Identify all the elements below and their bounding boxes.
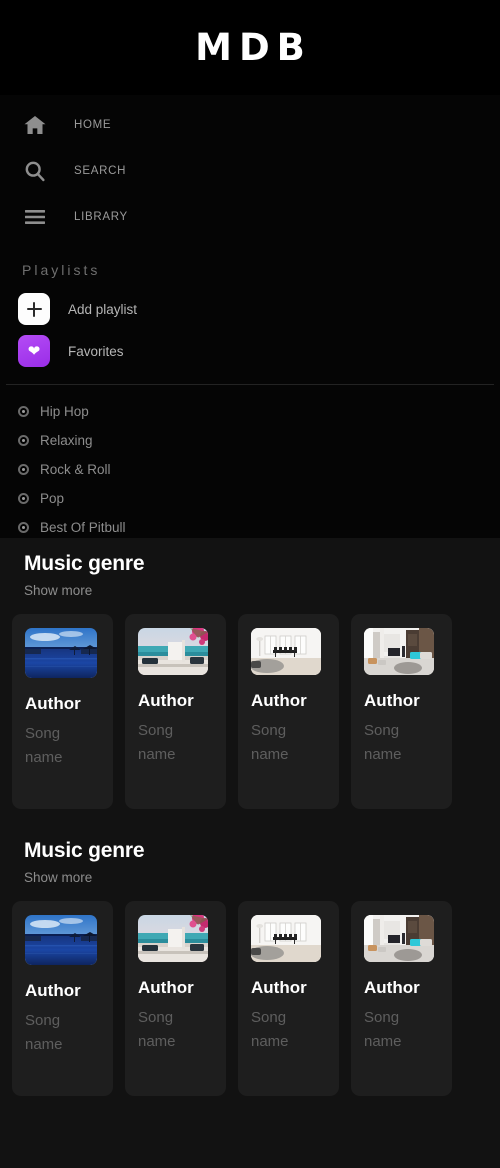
white-dining-room-thumbnail xyxy=(251,915,321,962)
song-card[interactable]: Author Song name xyxy=(351,901,452,1096)
modern-living-room-thumbnail xyxy=(364,628,434,675)
list-item[interactable]: Rock & Roll xyxy=(0,455,500,484)
card-author: Author xyxy=(138,691,194,710)
content-section: Music genre Show more Author Song name A… xyxy=(0,552,500,809)
song-card[interactable]: Author Song name xyxy=(125,901,226,1096)
show-more-link[interactable]: Show more xyxy=(24,583,500,598)
list-item[interactable]: Best Of Pitbull xyxy=(0,513,500,538)
search-icon xyxy=(22,158,48,184)
favorites-label: Favorites xyxy=(68,343,124,359)
sidebar-item-search[interactable]: SEARCH xyxy=(0,148,500,194)
playlists-section-heading: Playlists xyxy=(22,262,101,278)
song-card[interactable]: Author Song name xyxy=(238,614,339,809)
bullet-icon xyxy=(18,406,29,417)
card-song-name: Song name xyxy=(25,724,63,767)
sidebar: HOME SEARCH LIBRARY Playlists Add playli… xyxy=(0,95,500,538)
sidebar-item-library[interactable]: LIBRARY xyxy=(0,194,500,240)
add-playlist-label: Add playlist xyxy=(68,301,138,317)
show-more-link[interactable]: Show more xyxy=(24,870,500,885)
infinity-pool-thumbnail xyxy=(25,915,97,965)
list-item[interactable]: Pop xyxy=(0,484,500,513)
music-app-screen: MDB HOME SEARCH LIBRARY Playlists Add pl… xyxy=(0,0,500,1168)
sidebar-item-library-label: LIBRARY xyxy=(74,211,128,223)
list-item[interactable]: Relaxing xyxy=(0,426,500,455)
card-song-name: Song name xyxy=(25,1011,63,1054)
card-author: Author xyxy=(138,978,194,997)
card-row: Author Song name Author Song name Author… xyxy=(0,885,500,1096)
white-dining-room-thumbnail xyxy=(251,628,321,675)
sidebar-item-home-label: HOME xyxy=(74,119,112,131)
sidebar-item-search-label: SEARCH xyxy=(74,165,127,177)
bullet-icon xyxy=(18,464,29,475)
card-song-name: Song name xyxy=(138,1008,176,1051)
page-title: Music genre xyxy=(24,552,145,575)
card-song-name: Song name xyxy=(251,721,289,764)
card-song-name: Song name xyxy=(364,721,402,764)
app-logo-title: MDB xyxy=(195,26,312,69)
list-item-label: Hip Hop xyxy=(40,404,89,419)
page-title: Music genre xyxy=(24,839,145,862)
main-content: Music genre Show more Author Song name A… xyxy=(0,538,500,1168)
add-playlist-button[interactable]: Add playlist xyxy=(0,288,500,330)
list-item-label: Relaxing xyxy=(40,433,93,448)
app-header: MDB xyxy=(0,0,500,95)
bullet-icon xyxy=(18,522,29,533)
list-item-label: Pop xyxy=(40,491,65,506)
card-author: Author xyxy=(251,691,307,710)
modern-living-room-thumbnail xyxy=(364,915,434,962)
card-song-name: Song name xyxy=(138,721,176,764)
card-author: Author xyxy=(25,981,81,1000)
song-card[interactable]: Author Song name xyxy=(238,901,339,1096)
card-author: Author xyxy=(25,694,81,713)
bullet-icon xyxy=(18,435,29,446)
seaside-terrace-thumbnail xyxy=(138,628,208,675)
song-card[interactable]: Author Song name xyxy=(125,614,226,809)
seaside-terrace-thumbnail xyxy=(138,915,208,962)
song-card[interactable]: Author Song name xyxy=(12,901,113,1096)
song-card[interactable]: Author Song name xyxy=(351,614,452,809)
list-item[interactable]: Hip Hop xyxy=(0,397,500,426)
list-item-label: Rock & Roll xyxy=(40,462,111,477)
home-icon xyxy=(22,112,48,138)
sidebar-item-home[interactable]: HOME xyxy=(0,102,500,148)
card-author: Author xyxy=(251,978,307,997)
infinity-pool-thumbnail xyxy=(25,628,97,678)
hamburger-icon xyxy=(22,204,48,230)
list-item-label: Best Of Pitbull xyxy=(40,520,126,535)
playlist-genre-list: Hip Hop Relaxing Rock & Roll Pop Best Of… xyxy=(0,385,500,538)
heart-icon: ❤ xyxy=(18,335,50,367)
card-song-name: Song name xyxy=(251,1008,289,1051)
content-section: Music genre Show more Author Song name A… xyxy=(0,839,500,1096)
section-header: Music genre Show more xyxy=(0,839,500,885)
plus-icon xyxy=(18,293,50,325)
section-header: Music genre Show more xyxy=(0,552,500,598)
card-row: Author Song name Author Song name Author… xyxy=(0,598,500,809)
card-author: Author xyxy=(364,978,420,997)
card-song-name: Song name xyxy=(364,1008,402,1051)
card-author: Author xyxy=(364,691,420,710)
bullet-icon xyxy=(18,493,29,504)
favorites-button[interactable]: ❤ Favorites xyxy=(0,330,500,372)
song-card[interactable]: Author Song name xyxy=(12,614,113,809)
